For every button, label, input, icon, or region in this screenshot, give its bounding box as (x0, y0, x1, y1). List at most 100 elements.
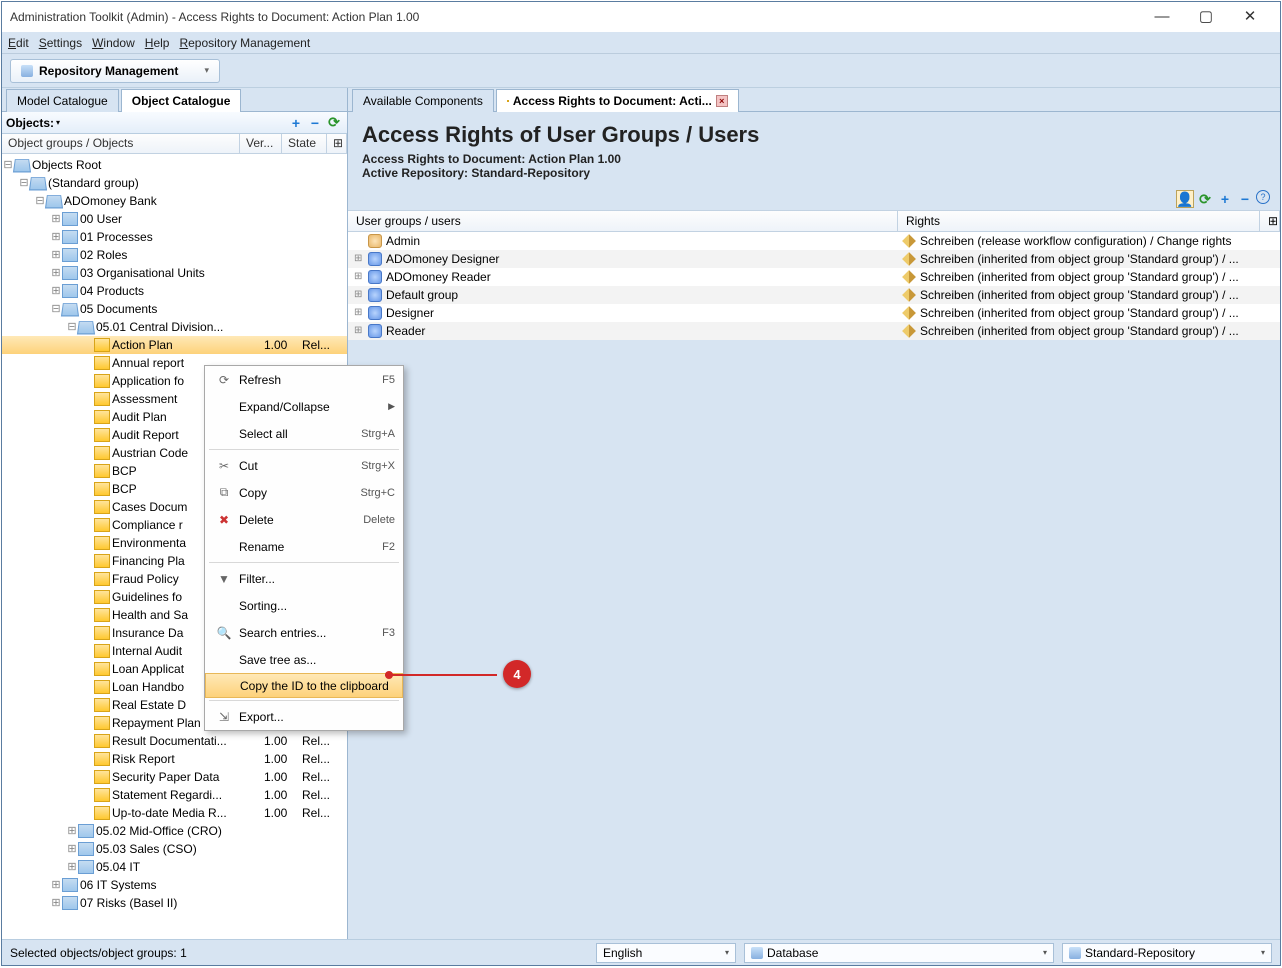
tree-node[interactable]: ·Action Plan1.00Rel... (2, 336, 347, 354)
tree-toggle[interactable]: · (82, 591, 94, 603)
menu-repository-management[interactable]: Repository Management (179, 36, 310, 50)
tree-toggle[interactable]: · (82, 465, 94, 477)
refresh-icon[interactable]: ⟳ (325, 114, 343, 132)
tree-node[interactable]: ⊟(Standard group) (2, 174, 347, 192)
col-menu[interactable]: ⊞ (327, 134, 347, 153)
expand-toggle[interactable]: ⊞ (354, 271, 364, 283)
expand-toggle[interactable]: ⊞ (354, 289, 364, 301)
tree-toggle[interactable]: ⊞ (50, 212, 62, 226)
col-state[interactable]: State (282, 134, 327, 153)
repository-combo[interactable]: Standard-Repository▾ (1062, 943, 1272, 963)
remove-icon[interactable]: − (306, 114, 324, 132)
col-objects[interactable]: Object groups / Objects (2, 134, 240, 153)
tree-toggle[interactable]: · (82, 555, 94, 567)
tree-toggle[interactable]: · (82, 447, 94, 459)
tree-toggle[interactable]: · (82, 393, 94, 405)
menu-item-save-tree-as[interactable]: Save tree as... (205, 646, 403, 673)
rights-row[interactable]: ⊞Default groupSchreiben (inherited from … (348, 286, 1280, 304)
language-combo[interactable]: English▾ (596, 943, 736, 963)
tree-toggle[interactable]: ⊞ (50, 230, 62, 244)
menu-edit[interactable]: Edit (8, 36, 29, 50)
expand-toggle[interactable]: ⊞ (354, 325, 364, 337)
menu-item-cut[interactable]: ✂CutStrg+X (205, 452, 403, 479)
tree-toggle[interactable]: · (82, 501, 94, 513)
menu-item-sorting[interactable]: Sorting... (205, 592, 403, 619)
tree-toggle[interactable]: · (82, 537, 94, 549)
tree-toggle[interactable]: ⊞ (50, 266, 62, 280)
menu-item-rename[interactable]: RenameF2 (205, 533, 403, 560)
maximize-button[interactable]: ▢ (1184, 2, 1228, 32)
expand-toggle[interactable]: ⊞ (354, 253, 364, 265)
col-user-groups[interactable]: User groups / users (348, 211, 898, 231)
tree-toggle[interactable]: · (82, 483, 94, 495)
tree-node[interactable]: ·Risk Report1.00Rel... (2, 750, 347, 768)
tree-toggle[interactable]: · (82, 519, 94, 531)
tree-node[interactable]: ·Statement Regardi...1.00Rel... (2, 786, 347, 804)
tree-node[interactable]: ⊟Objects Root (2, 156, 347, 174)
tree-toggle[interactable]: · (82, 645, 94, 657)
tree-toggle[interactable]: · (82, 735, 94, 747)
menu-item-delete[interactable]: ✖DeleteDelete (205, 506, 403, 533)
tab-available-components[interactable]: Available Components (352, 89, 494, 112)
menu-item-filter[interactable]: ▼Filter... (205, 565, 403, 592)
user-icon[interactable]: 👤 (1176, 190, 1194, 208)
tree-node[interactable]: ⊞07 Risks (Basel II) (2, 894, 347, 912)
expand-toggle[interactable]: ⊞ (354, 307, 364, 319)
tree-node[interactable]: ⊞06 IT Systems (2, 876, 347, 894)
close-icon[interactable]: × (716, 95, 728, 107)
rights-row[interactable]: ⊞ADOmoney DesignerSchreiben (inherited f… (348, 250, 1280, 268)
tree-node[interactable]: ⊞05.02 Mid-Office (CRO) (2, 822, 347, 840)
database-combo[interactable]: Database▾ (744, 943, 1054, 963)
col-rights[interactable]: Rights (898, 211, 1260, 231)
objects-label[interactable]: Objects: (6, 116, 54, 130)
menu-item-export[interactable]: ⇲Export... (205, 703, 403, 730)
tree-toggle[interactable]: · (82, 357, 94, 369)
tree-toggle[interactable]: · (82, 375, 94, 387)
tree-node[interactable]: ·Up-to-date Media R...1.00Rel... (2, 804, 347, 822)
tree-toggle[interactable]: · (82, 573, 94, 585)
caret-down-icon[interactable]: ▾ (56, 118, 60, 127)
tree-toggle[interactable]: · (82, 609, 94, 621)
help-icon[interactable]: ? (1256, 190, 1270, 204)
rights-row[interactable]: AdminSchreiben (release workflow configu… (348, 232, 1280, 250)
tree-toggle[interactable]: · (82, 627, 94, 639)
tree-toggle[interactable]: · (82, 663, 94, 675)
tree-toggle[interactable]: ⊞ (66, 842, 78, 856)
tab-model-catalogue[interactable]: Model Catalogue (6, 89, 119, 112)
tree-toggle[interactable]: · (82, 717, 94, 729)
tree-toggle[interactable]: · (82, 789, 94, 801)
remove-icon[interactable]: − (1236, 190, 1254, 208)
tree-node[interactable]: ·Result Documentati...1.00Rel... (2, 732, 347, 750)
rights-row[interactable]: ⊞ADOmoney ReaderSchreiben (inherited fro… (348, 268, 1280, 286)
tree-node[interactable]: ⊞01 Processes (2, 228, 347, 246)
menu-settings[interactable]: Settings (39, 36, 82, 50)
minimize-button[interactable]: — (1140, 2, 1184, 32)
tree-node[interactable]: ⊞05.03 Sales (CSO) (2, 840, 347, 858)
rights-row[interactable]: ⊞ReaderSchreiben (inherited from object … (348, 322, 1280, 340)
tab-object-catalogue[interactable]: Object Catalogue (121, 89, 242, 112)
tree-toggle[interactable]: · (82, 807, 94, 819)
tree-toggle[interactable]: ⊞ (50, 248, 62, 262)
menu-window[interactable]: Window (92, 36, 135, 50)
tree-toggle[interactable]: · (82, 339, 94, 351)
close-button[interactable]: ✕ (1228, 2, 1272, 32)
tree-toggle[interactable]: ⊞ (66, 824, 78, 838)
tree-toggle[interactable]: · (82, 753, 94, 765)
col-version[interactable]: Ver... (240, 134, 282, 153)
menu-item-copy-the-id-to-the-clipboard[interactable]: Copy the ID to the clipboard (205, 673, 403, 698)
tree-toggle[interactable]: ⊞ (50, 878, 62, 892)
tree-node[interactable]: ·Security Paper Data1.00Rel... (2, 768, 347, 786)
menu-item-refresh[interactable]: ⟳RefreshF5 (205, 366, 403, 393)
add-icon[interactable]: + (1216, 190, 1234, 208)
menu-item-select-all[interactable]: Select allStrg+A (205, 420, 403, 447)
tree-toggle[interactable]: · (82, 771, 94, 783)
tree-toggle[interactable]: · (82, 429, 94, 441)
menu-item-search-entries[interactable]: 🔍Search entries...F3 (205, 619, 403, 646)
add-icon[interactable]: + (287, 114, 305, 132)
menu-help[interactable]: Help (145, 36, 170, 50)
tree-node[interactable]: ⊞05.04 IT (2, 858, 347, 876)
col-menu[interactable]: ⊞ (1260, 211, 1280, 231)
tree-toggle[interactable]: ⊞ (50, 896, 62, 910)
tab-access-rights-to-document[interactable]: Access Rights to Document: Acti...× (496, 89, 739, 112)
tree-toggle[interactable]: · (82, 681, 94, 693)
